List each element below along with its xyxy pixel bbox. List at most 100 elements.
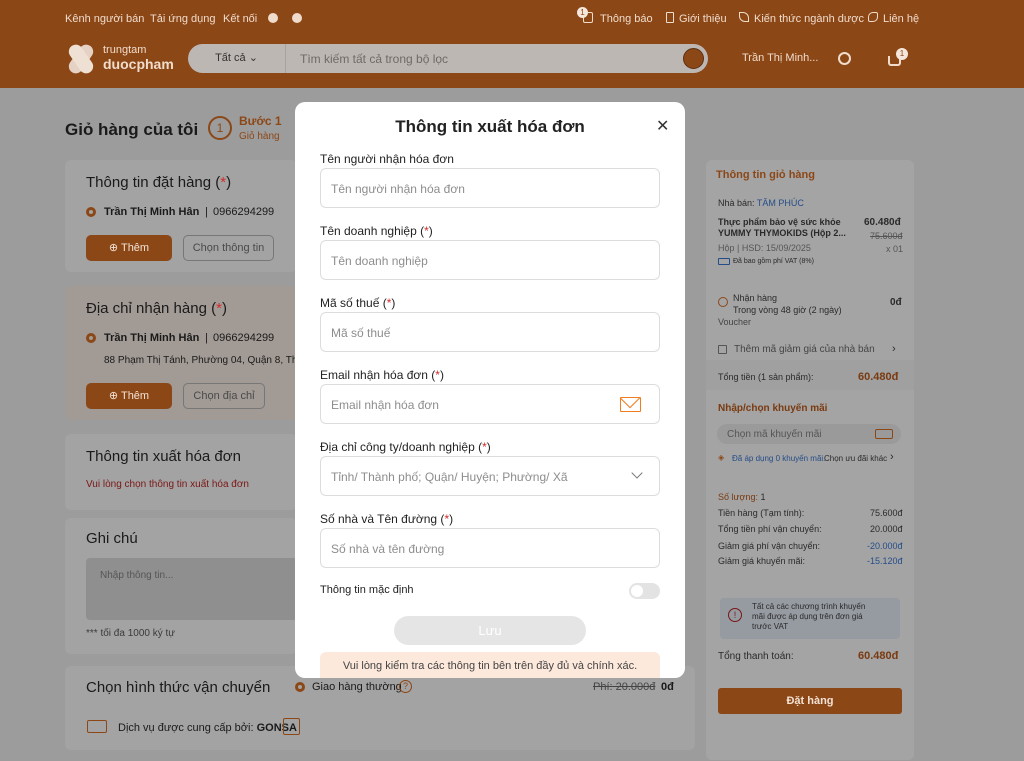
invoice-card: Thông tin xuất hóa đơn Vui lòng chọn thô… <box>65 434 297 510</box>
shipping-total-label: Tổng tiền phí vận chuyển: <box>718 524 822 534</box>
product-name-2[interactable]: YUMMY THYMOKIDS (Hộp 2... <box>718 228 846 238</box>
search-icon[interactable] <box>683 48 704 69</box>
order-info-phone: 0966294299 <box>213 206 275 218</box>
page-title: Giỏ hàng của tôi <box>65 120 199 139</box>
chevron-right-icon[interactable]: › <box>892 343 896 355</box>
notifications-link[interactable]: Thông báo <box>600 13 653 25</box>
recipient-input[interactable]: Tên người nhận hóa đơn <box>320 168 660 208</box>
product-price: 60.480đ <box>864 217 901 228</box>
phone-icon <box>868 12 878 22</box>
promo-applied: Đã áp dụng 0 khuyến mãi. <box>732 454 826 463</box>
user-name[interactable]: Trần Thị Minh... <box>742 52 818 64</box>
seller-label: Nhà bán: TÂM PHÚC <box>718 198 804 208</box>
note-limit: *** tối đa 1000 ký tự <box>86 628 175 639</box>
address-radio[interactable] <box>86 333 96 343</box>
add-address-button[interactable]: ⊕ Thêm <box>86 383 172 409</box>
promo-discount-value: -15.120đ <box>867 556 903 566</box>
step-number: 1 <box>208 116 232 140</box>
chevron-right-icon-2[interactable]: › <box>890 451 894 463</box>
product-qty: x 01 <box>886 244 904 254</box>
coupon-icon <box>718 345 727 354</box>
default-label: Thông tin mặc định <box>320 584 414 596</box>
pharma-knowledge-link[interactable]: Kiến thức ngành dược <box>754 13 864 25</box>
logo-mark[interactable] <box>65 41 99 77</box>
product-name-1[interactable]: Thực phẩm bảo vệ sức khỏe <box>718 217 841 227</box>
download-app-link[interactable]: Tải ứng dụng <box>150 13 215 25</box>
check-notice: Vui lòng kiểm tra các thông tin bên trên… <box>320 652 660 678</box>
note-title: Ghi chú <box>86 530 138 547</box>
promo-choose-other[interactable]: Chọn ưu đãi khác <box>824 454 887 463</box>
shipping-fee: 0đ <box>661 681 674 693</box>
address-card: Địa chỉ nhận hàng (*) Trần Thị Minh Hân … <box>65 286 303 420</box>
add-order-info-button[interactable]: ⊕ Thêm <box>86 235 172 261</box>
truck-icon <box>87 720 107 733</box>
address-name: Trần Thị Minh Hân <box>104 332 200 344</box>
total-row: Tổng tiền (1 sản phẩm): 60.480đ <box>706 360 914 390</box>
connect-link[interactable]: Kết nối <box>223 13 257 25</box>
order-info-radio[interactable] <box>86 207 96 217</box>
grand-total-value: 60.480đ <box>858 650 899 662</box>
modal-title: Thông tin xuất hóa đơn <box>395 117 585 136</box>
company-input[interactable]: Tên doanh nghiệp <box>320 240 660 280</box>
address-title: Địa chỉ nhận hàng (*) <box>86 300 227 317</box>
choose-address-button[interactable]: Chọn địa chỉ <box>183 383 265 409</box>
email-label: Email nhận hóa đơn (*) <box>320 368 444 382</box>
facebook-icon[interactable] <box>268 13 278 23</box>
step-label: Bước 1 <box>239 114 282 128</box>
note-card: Ghi chú Nhập thông tin... *** tối đa 100… <box>65 518 297 654</box>
subtotal-value: 75.600đ <box>870 508 903 518</box>
place-order-button[interactable]: Đặt hàng <box>718 688 902 714</box>
grand-total-label: Tổng thanh toán: <box>718 651 794 662</box>
shipping-total-value: 20.000đ <box>870 524 903 534</box>
tax-code-input[interactable]: Mã số thuế <box>320 312 660 352</box>
invoice-modal: Thông tin xuất hóa đơn ✕ Tên người nhận … <box>295 102 685 678</box>
email-input[interactable]: Email nhận hóa đơn <box>320 384 660 424</box>
search-category-select[interactable]: Tất cả ⌄ <box>188 44 286 73</box>
address-phone: 0966294299 <box>213 332 275 344</box>
choose-order-info-button[interactable]: Chọn thông tin <box>183 235 274 261</box>
note-textarea[interactable]: Nhập thông tin... <box>86 558 297 620</box>
seller-link[interactable]: TÂM PHÚC <box>757 198 804 208</box>
logo-text-top: trungtam <box>103 44 147 56</box>
vat-icon <box>718 258 730 265</box>
leaf-icon <box>739 12 749 22</box>
order-info-name: Trần Thị Minh Hân <box>104 206 200 218</box>
shipping-radio[interactable] <box>295 682 305 692</box>
contact-link[interactable]: Liên hệ <box>883 13 919 25</box>
product-old-price: 75.600đ <box>870 231 903 241</box>
default-toggle[interactable] <box>629 583 660 599</box>
notification-badge: 1 <box>577 7 588 18</box>
province-select[interactable]: Tỉnh/ Thành phố; Quận/ Huyện; Phường/ Xã <box>320 456 660 496</box>
address-divider: | <box>205 332 208 344</box>
order-info-title: Thông tin đặt hàng (*) <box>86 174 232 191</box>
search-input[interactable]: Tìm kiếm tất cả trong bộ lọc <box>300 52 448 66</box>
header: Kênh người bán Tải ứng dụng Kết nối 1 Th… <box>0 0 1024 88</box>
add-seller-coupon[interactable]: Thêm mã giảm giá của nhà bán <box>734 344 875 355</box>
plus-circle-icon: ⊕ <box>108 242 119 254</box>
save-button[interactable]: Lưu <box>394 616 586 645</box>
vat-info-box: ! Tất cả các chương trình khuyến mãi đượ… <box>720 598 900 639</box>
shipping-option[interactable]: Giao hàng thường <box>312 681 402 693</box>
street-input[interactable]: Số nhà và tên đường <box>320 528 660 568</box>
tag-icon: ◈ <box>718 453 725 462</box>
invoice-card-title[interactable]: Thông tin xuất hóa đơn <box>86 448 241 465</box>
zalo-icon[interactable] <box>292 13 302 23</box>
account-search-icon[interactable] <box>838 52 851 65</box>
delivery-label: Nhận hàng <box>733 293 778 303</box>
about-link[interactable]: Giới thiệu <box>679 13 727 25</box>
ticket-icon <box>875 429 893 439</box>
seller-channel-link[interactable]: Kênh người bán <box>65 13 144 25</box>
clock-icon <box>718 297 728 307</box>
order-info-divider: | <box>205 206 208 218</box>
step-sub: Giỏ hàng <box>239 131 280 142</box>
search-bar: Tất cả ⌄ Tìm kiếm tất cả trong bộ lọc <box>188 44 708 73</box>
help-icon[interactable]: ? <box>399 680 412 693</box>
qty-line: Số lượng: 1 <box>718 492 766 502</box>
promo-discount-label: Giảm giá khuyến mãi: <box>718 556 806 566</box>
shipping-card: Chọn hình thức vận chuyển Giao hàng thườ… <box>65 666 695 750</box>
close-icon[interactable]: ✕ <box>656 116 669 136</box>
subtotal-label: Tiền hàng (Tạm tính): <box>718 508 805 518</box>
shipping-title: Chọn hình thức vận chuyển <box>86 679 271 696</box>
street-label: Số nhà và Tên đường (*) <box>320 512 454 526</box>
promo-input[interactable]: Chọn mã khuyến mãi <box>717 424 901 444</box>
